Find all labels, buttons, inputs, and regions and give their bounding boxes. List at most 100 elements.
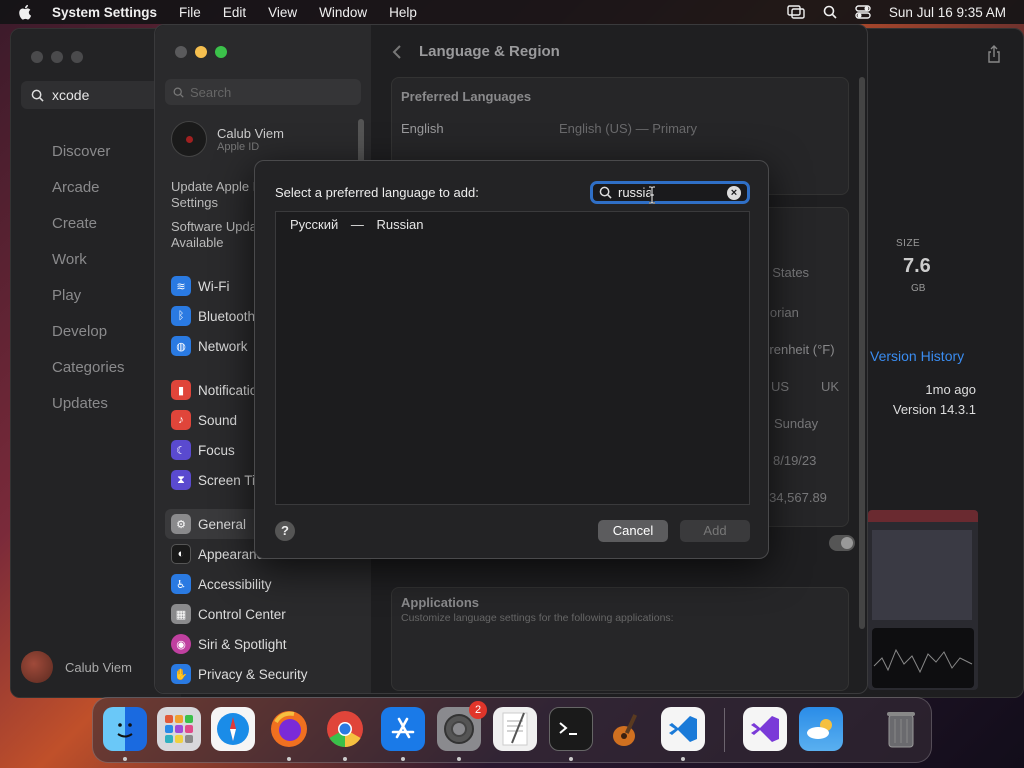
close-button[interactable]	[175, 46, 187, 58]
zoom-button[interactable]	[71, 51, 83, 63]
dock-separator	[724, 708, 725, 752]
nav-create[interactable]: Create	[52, 206, 125, 242]
control-center-icon: ▦	[171, 604, 191, 624]
version-history-link[interactable]: Version History	[870, 348, 964, 364]
app-store-nav: Discover Arcade Create Work Play Develop…	[52, 134, 125, 422]
screenshot-preview[interactable]	[868, 510, 978, 690]
appearance-icon: ◐	[171, 544, 191, 564]
firefox-icon[interactable]	[267, 707, 311, 751]
sidebar-item-label: Siri & Spotlight	[198, 636, 287, 652]
dialog-prompt: Select a preferred language to add:	[275, 185, 479, 200]
help-button[interactable]: ?	[275, 521, 295, 541]
chevron-left-icon[interactable]	[391, 43, 403, 61]
system-settings-icon[interactable]: 2	[437, 701, 487, 751]
hourglass-icon: ⧗	[171, 470, 191, 490]
preview-chart	[872, 628, 974, 688]
live-text-toggle[interactable]	[829, 535, 855, 551]
size-value: 7.6	[903, 255, 931, 277]
sidebar-item-label: Wi-Fi	[198, 278, 230, 294]
launchpad-icon[interactable]	[157, 707, 201, 751]
safari-icon[interactable]	[211, 707, 255, 751]
notification-badge: 2	[469, 701, 487, 719]
settings-search-field[interactable]: Search	[165, 79, 361, 105]
text-cursor-icon	[649, 186, 655, 204]
sidebar-item-label: Sound	[198, 412, 238, 428]
avatar	[171, 121, 207, 157]
close-button[interactable]	[31, 51, 43, 63]
updated-ago: 1mo ago	[925, 382, 976, 397]
menu-view[interactable]: View	[268, 5, 297, 20]
textedit-icon[interactable]	[493, 707, 537, 751]
settings-window-controls	[175, 46, 227, 58]
language-search-field[interactable]: ×	[590, 181, 750, 204]
menu-file[interactable]: File	[179, 5, 201, 20]
nav-discover[interactable]: Discover	[52, 134, 125, 170]
preferred-languages-heading: Preferred Languages	[401, 89, 532, 104]
clear-search-icon[interactable]: ×	[727, 186, 741, 200]
update-apple-id-line2: Settings	[171, 195, 218, 210]
visual-studio-icon[interactable]	[743, 707, 787, 751]
menu-bar: System Settings File Edit View Window He…	[0, 0, 1024, 24]
search-icon	[173, 87, 184, 98]
update-apple-id-item[interactable]: Update Apple ID Settings	[171, 179, 266, 211]
app-store-account[interactable]: Calub Viem	[21, 651, 132, 683]
content-scrollbar[interactable]	[859, 77, 865, 629]
globe-icon: ◍	[171, 336, 191, 356]
menu-help[interactable]: Help	[389, 5, 417, 20]
preview-body	[872, 530, 972, 620]
sidebar-item-siri-spotlight[interactable]: ◉ Siri & Spotlight	[171, 629, 365, 659]
language-search-input[interactable]	[618, 185, 722, 200]
minimize-button[interactable]	[51, 51, 63, 63]
nav-develop[interactable]: Develop	[52, 314, 125, 350]
nav-play[interactable]: Play	[52, 278, 125, 314]
minimize-button[interactable]	[195, 46, 207, 58]
search-icon	[31, 89, 44, 102]
account-name: Calub Viem	[65, 659, 132, 675]
share-icon[interactable]	[986, 45, 1002, 63]
trash-icon[interactable]	[879, 707, 923, 751]
screen-mirroring-icon[interactable]	[787, 5, 805, 19]
sidebar-item-label: Privacy & Security	[198, 666, 308, 682]
version-number: Version 14.3.1	[892, 402, 976, 417]
sidebar-item-privacy-security[interactable]: ✋ Privacy & Security	[171, 659, 365, 689]
chrome-icon[interactable]	[323, 707, 367, 751]
speaker-icon: ♪	[171, 410, 191, 430]
size-label: SIZE	[896, 238, 921, 249]
menu-edit[interactable]: Edit	[223, 5, 246, 20]
apple-id-profile[interactable]: Calub Viem Apple ID	[171, 121, 284, 157]
terminal-icon[interactable]	[549, 707, 593, 751]
control-center-icon[interactable]	[855, 5, 871, 19]
language-separator: —	[350, 217, 364, 232]
add-button[interactable]: Add	[680, 520, 750, 542]
date-format-value[interactable]: 8/19/23	[773, 453, 816, 468]
menu-window[interactable]: Window	[319, 5, 367, 20]
measurement-us[interactable]: US	[771, 379, 789, 394]
cancel-button[interactable]: Cancel	[598, 520, 668, 542]
apple-icon[interactable]	[18, 4, 34, 20]
language-name[interactable]: English	[401, 121, 444, 136]
finder-icon[interactable]	[103, 707, 147, 751]
app-store-search-field[interactable]: xcode	[21, 81, 171, 109]
weather-icon[interactable]	[799, 707, 843, 751]
first-day-value[interactable]: Sunday	[774, 416, 818, 431]
list-item[interactable]: Русский — Russian	[290, 217, 423, 232]
nav-updates[interactable]: Updates	[52, 386, 125, 422]
moon-icon: ☾	[171, 440, 191, 460]
search-icon	[599, 186, 612, 199]
nav-categories[interactable]: Categories	[52, 350, 125, 386]
vscode-icon[interactable]	[661, 707, 705, 751]
language-native-name: Русский	[290, 217, 339, 232]
app-store-icon[interactable]	[381, 707, 425, 751]
zoom-button[interactable]	[215, 46, 227, 58]
menu-app-name[interactable]: System Settings	[52, 5, 157, 20]
notification-bell-icon: ▮	[171, 380, 191, 400]
measurement-uk[interactable]: UK	[821, 379, 839, 394]
nav-arcade[interactable]: Arcade	[52, 170, 125, 206]
size-unit: GB	[911, 283, 926, 294]
search-icon[interactable]	[823, 5, 837, 19]
menu-clock[interactable]: Sun Jul 16 9:35 AM	[889, 5, 1006, 20]
garageband-icon[interactable]	[605, 707, 649, 751]
sidebar-item-accessibility[interactable]: ♿ Accessibility	[171, 569, 365, 599]
sidebar-item-control-center[interactable]: ▦ Control Center	[171, 599, 365, 629]
nav-work[interactable]: Work	[52, 242, 125, 278]
